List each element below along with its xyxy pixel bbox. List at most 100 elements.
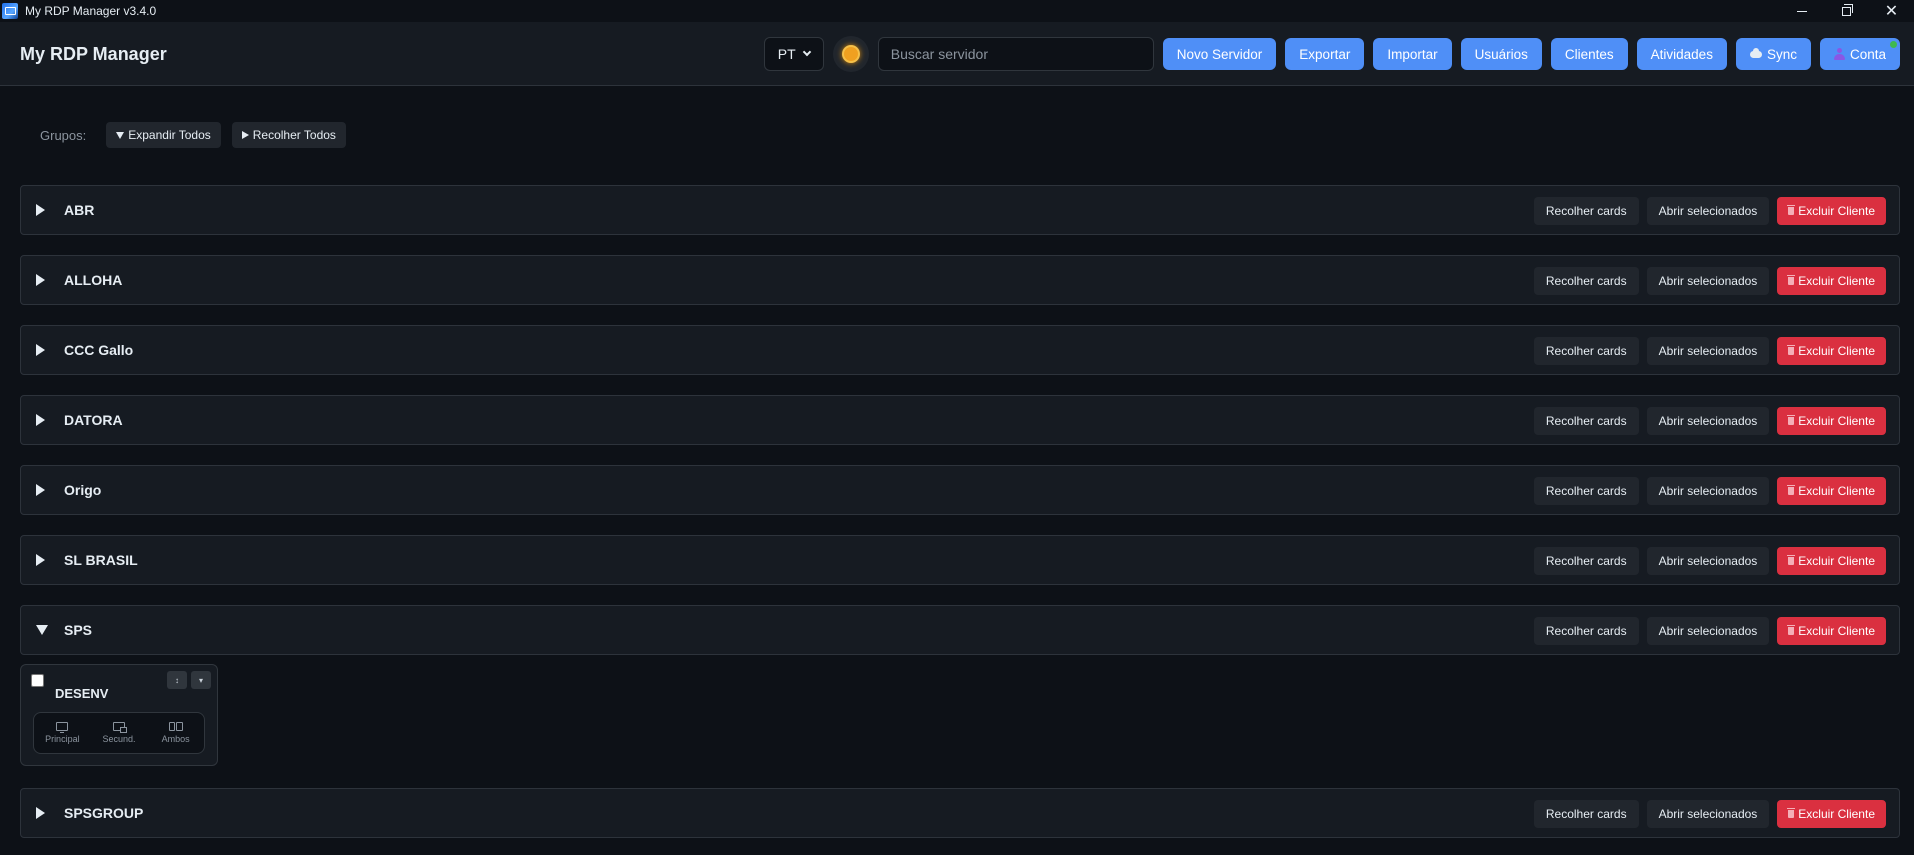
new-server-button[interactable]: Novo Servidor [1162,38,1277,70]
client-group: SL BRASIL Recolher cards Abrir selecionado… [20,535,1900,585]
monitor-icon [56,722,69,733]
user-icon [1833,48,1845,60]
group-name[interactable]: Origo [64,482,101,498]
sync-label: Sync [1766,46,1797,62]
delete-client-button[interactable]: Excluir Cliente [1777,267,1886,295]
collapse-cards-button[interactable]: Recolher cards [1533,617,1639,645]
collapse-cards-button[interactable]: Recolher cards [1533,267,1639,295]
group-name[interactable]: ABR [64,202,94,218]
collapse-cards-button[interactable]: Recolher cards [1533,407,1639,435]
trash-icon [1787,345,1796,355]
open-selected-button[interactable]: Abrir selecionados [1646,337,1770,365]
account-label: Conta [1849,46,1886,62]
window-titlebar: My RDP Manager v3.4.0 ✕ [0,0,1914,22]
open-selected-button[interactable]: Abrir selecionados [1646,800,1770,828]
export-button[interactable]: Exportar [1285,38,1365,70]
reorder-button[interactable]: ↕ [167,671,187,689]
triangle-right-icon [36,484,45,496]
delete-client-label: Excluir Cliente [1798,624,1875,638]
open-selected-button[interactable]: Abrir selecionados [1646,197,1770,225]
delete-client-button[interactable]: Excluir Cliente [1777,197,1886,225]
group-toggle-button[interactable] [36,807,45,819]
connect-secondary-button[interactable]: Secund. [92,722,146,744]
window-title: My RDP Manager v3.4.0 [25,4,157,18]
collapse-cards-button[interactable]: Recolher cards [1533,547,1639,575]
delete-client-button[interactable]: Excluir Cliente [1777,547,1886,575]
group-toggle-button[interactable] [36,414,45,426]
connect-primary-label: Principal [45,734,80,744]
group-name[interactable]: SL BRASIL [64,552,138,568]
activities-button[interactable]: Atividades [1636,38,1727,70]
connect-both-button[interactable]: Ambos [149,722,203,744]
group-toggle-button[interactable] [36,344,45,356]
group-toggle-button[interactable] [36,624,48,635]
delete-client-label: Excluir Cliente [1798,807,1875,821]
connect-primary-button[interactable]: Principal [35,722,89,744]
close-button[interactable]: ✕ [1869,0,1914,22]
import-button[interactable]: Importar [1373,38,1452,70]
triangle-right-icon [36,274,45,286]
delete-client-label: Excluir Cliente [1798,204,1875,218]
connection-options: Principal Secund. Ambos [33,712,205,754]
group-toggle-button[interactable] [36,554,45,566]
delete-client-label: Excluir Cliente [1798,554,1875,568]
open-selected-button[interactable]: Abrir selecionados [1646,547,1770,575]
triangle-right-icon [36,807,45,819]
restore-button[interactable] [1824,0,1869,22]
open-selected-button[interactable]: Abrir selecionados [1646,407,1770,435]
app-logo-icon [2,3,18,19]
collapse-cards-button[interactable]: Recolher cards [1533,800,1639,828]
group-name[interactable]: SPS [64,622,92,638]
collapse-all-button[interactable]: Recolher Todos [231,122,346,148]
server-card[interactable]: DESENV ↕ ▾ Principal Secund. Ambos [20,664,218,766]
delete-client-button[interactable]: Excluir Cliente [1777,337,1886,365]
open-selected-button[interactable]: Abrir selecionados [1646,617,1770,645]
group-toggle-button[interactable] [36,274,45,286]
collapse-cards-button[interactable]: Recolher cards [1533,337,1639,365]
app-header: My RDP Manager PT Novo Servidor Exportar… [0,22,1914,86]
connect-both-label: Ambos [161,734,190,744]
group-toggle-button[interactable] [36,484,45,496]
delete-client-button[interactable]: Excluir Cliente [1777,407,1886,435]
client-group: ABR Recolher cards Abrir selecionados Exclu… [20,185,1900,235]
triangle-right-icon [36,414,45,426]
delete-client-button[interactable]: Excluir Cliente [1777,477,1886,505]
trash-icon [1787,555,1796,565]
group-toggle-button[interactable] [36,204,45,216]
search-input[interactable] [877,37,1154,71]
cloud-icon [1749,47,1762,58]
triangle-down-icon [36,625,48,635]
expand-all-button[interactable]: Expandir Todos [106,122,221,148]
minimize-button[interactable] [1779,0,1824,22]
group-name[interactable]: SPSGROUP [64,805,143,821]
open-selected-button[interactable]: Abrir selecionados [1646,267,1770,295]
trash-icon [1787,205,1796,215]
users-button[interactable]: Usuários [1460,38,1542,70]
trash-icon [1787,415,1796,425]
group-name[interactable]: CCC Gallo [64,342,133,358]
secondary-monitor-icon [112,722,127,733]
group-name[interactable]: DATORA [64,412,123,428]
server-select-checkbox[interactable] [31,674,44,687]
group-name[interactable]: ALLOHA [64,272,122,288]
collapse-all-label: Recolher Todos [252,128,336,142]
client-group: SPSGROUP Recolher cards Abrir selecionados… [20,788,1900,838]
theme-toggle-button[interactable] [832,36,869,72]
sync-button[interactable]: Sync [1735,38,1811,70]
language-select[interactable]: PT [763,37,824,71]
delete-client-button[interactable]: Excluir Cliente [1777,617,1886,645]
delete-client-button[interactable]: Excluir Cliente [1777,800,1886,828]
collapse-cards-button[interactable]: Recolher cards [1533,477,1639,505]
groups-toolbar: Grupos: Expandir Todos Recolher Todos [40,122,357,148]
dual-monitor-icon [168,722,183,731]
clients-button[interactable]: Clientes [1550,38,1628,70]
open-selected-button[interactable]: Abrir selecionados [1646,477,1770,505]
triangle-right-icon [36,344,45,356]
delete-client-label: Excluir Cliente [1798,274,1875,288]
triangle-right-icon [241,131,249,139]
card-menu-button[interactable]: ▾ [191,671,211,689]
account-button[interactable]: Conta [1819,38,1900,70]
trash-icon [1787,808,1796,818]
trash-icon [1787,625,1796,635]
collapse-cards-button[interactable]: Recolher cards [1533,197,1639,225]
